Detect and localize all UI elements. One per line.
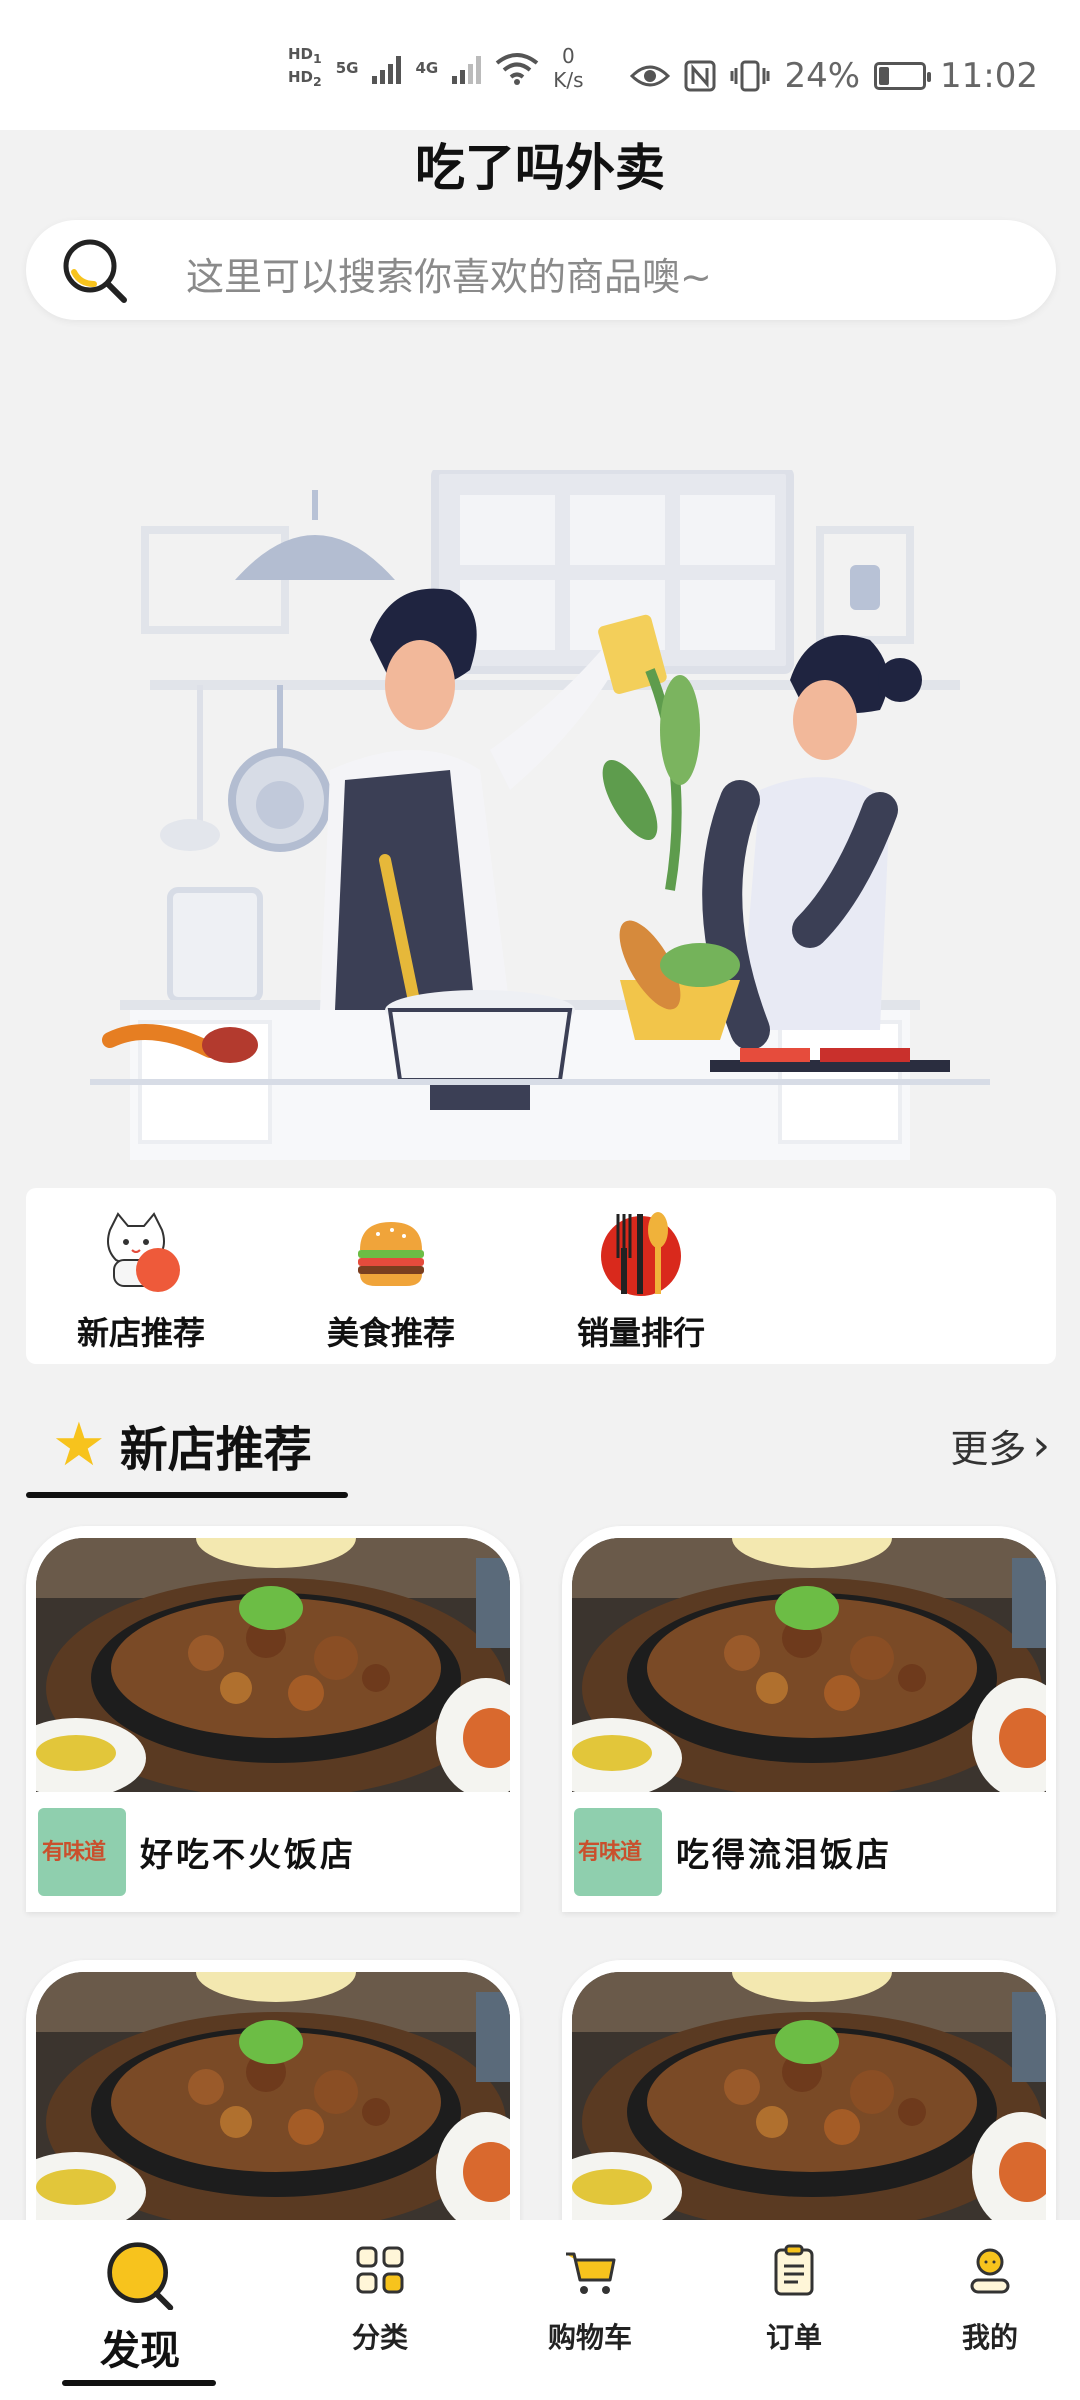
section-header: ★ 新店推荐 xyxy=(52,1410,312,1480)
hd-indicators: HD1 HD2 xyxy=(288,45,322,91)
food-photo xyxy=(36,1972,510,2226)
shop-card[interactable]: 有味道 好吃不火饭店 xyxy=(26,1526,520,1912)
cart-icon xyxy=(566,2252,616,2294)
tab-label: 发现 xyxy=(100,2328,180,2374)
wifi-icon xyxy=(495,53,539,85)
battery-level xyxy=(879,67,890,85)
category-sales-ranking[interactable]: 销量排行 xyxy=(556,1208,726,1354)
chevron-right-icon: › xyxy=(1032,1420,1050,1471)
shop-image[interactable] xyxy=(36,1972,510,2226)
shop-name: 好吃不火饭店 xyxy=(140,1835,356,1874)
signal-icon-2 xyxy=(452,52,482,84)
tab-label: 购物车 xyxy=(547,2321,632,2354)
active-tab-indicator xyxy=(62,2380,216,2386)
tab-label: 分类 xyxy=(351,2321,408,2354)
utensils-icon xyxy=(601,1212,681,1296)
speed-value: 0 xyxy=(561,44,575,68)
search-placeholder[interactable]: 这里可以搜索你喜欢的商品噢~ xyxy=(186,246,712,301)
shop-logo-text: 有味道 xyxy=(42,1840,106,1865)
shop-name: 吃得流泪饭店 xyxy=(676,1835,892,1874)
tab-label: 我的 xyxy=(961,2321,1018,2354)
category-label: 美食推荐 xyxy=(326,1314,455,1352)
tab-profile[interactable]: 我的 xyxy=(910,2240,1070,2356)
hd-label-2: HD xyxy=(288,68,314,86)
shop-card[interactable]: 有味道 吃得流泪饭店 xyxy=(562,1526,1056,1912)
hd-label-1: HD xyxy=(288,45,314,63)
bottom-tab-bar: 发现 分类 购物车 订单 我的 xyxy=(0,2220,1080,2400)
status-bar: HD1 HD2 5G 4G 0 K/s 24% 11:02 xyxy=(0,0,1080,130)
eye-icon xyxy=(630,65,671,87)
nfc-icon xyxy=(684,60,716,92)
network-speed: 0 K/s xyxy=(553,44,583,92)
tab-category[interactable]: 分类 xyxy=(300,2240,460,2356)
shop-image[interactable] xyxy=(572,1538,1046,1792)
grid-icon xyxy=(356,2246,404,2294)
shop-logo: 有味道 xyxy=(38,1808,126,1896)
tab-cart[interactable]: 购物车 xyxy=(510,2240,670,2356)
food-photo xyxy=(36,1538,510,1792)
shop-info: 有味道 吃得流泪饭店 xyxy=(562,1792,1056,1912)
sim-2: 2 xyxy=(313,74,322,89)
more-label: 更多 xyxy=(950,1427,1027,1471)
section-underline xyxy=(26,1492,348,1498)
category-label: 销量排行 xyxy=(576,1314,705,1352)
category-panel: 新店推荐 美食推荐 销量排行 xyxy=(26,1188,1056,1364)
app-title: 吃了吗外卖 xyxy=(415,139,665,197)
shop-info: 有味道 好吃不火饭店 xyxy=(26,1792,520,1912)
category-label: 新店推荐 xyxy=(76,1314,205,1352)
tab-discover[interactable]: 发现 xyxy=(60,2240,220,2376)
network-indicators: HD1 HD2 5G 4G 0 K/s xyxy=(288,44,584,92)
battery-percent: 24% xyxy=(784,56,861,96)
clock: 11:02 xyxy=(940,56,1038,96)
tab-orders[interactable]: 订单 xyxy=(714,2240,874,2356)
lucky-cat-icon xyxy=(107,1212,180,1292)
burger-icon xyxy=(358,1222,424,1286)
category-food[interactable]: 美食推荐 xyxy=(306,1208,476,1354)
speed-unit: K/s xyxy=(553,68,584,92)
search-bar[interactable]: 这里可以搜索你喜欢的商品噢~ xyxy=(26,220,1056,320)
battery-icon xyxy=(874,62,932,90)
food-photo xyxy=(572,1538,1046,1792)
shop-card[interactable] xyxy=(26,1960,520,2260)
network-type-2: 4G xyxy=(415,59,439,77)
more-link[interactable]: 更多 › xyxy=(950,1418,1050,1473)
kitchen-illustration xyxy=(90,470,990,1160)
vibrate-icon xyxy=(730,60,770,92)
system-indicators: 24% 11:02 xyxy=(630,56,1038,96)
sim-1: 1 xyxy=(313,51,322,66)
category-new-shops[interactable]: 新店推荐 xyxy=(56,1208,226,1354)
star-icon: ★ xyxy=(52,1410,106,1480)
tab-label: 订单 xyxy=(765,2321,822,2354)
shop-logo: 有味道 xyxy=(574,1808,662,1896)
shop-image[interactable] xyxy=(572,1972,1046,2226)
discover-icon xyxy=(107,2242,174,2311)
shop-image[interactable] xyxy=(36,1538,510,1792)
network-type-1: 5G xyxy=(335,59,359,77)
shop-card[interactable] xyxy=(562,1960,1056,2260)
shop-logo-text: 有味道 xyxy=(578,1840,642,1865)
food-photo xyxy=(572,1972,1046,2226)
search-icon xyxy=(63,239,127,303)
signal-icon xyxy=(372,52,402,84)
section-title: 新店推荐 xyxy=(119,1422,312,1478)
clipboard-icon xyxy=(774,2244,814,2296)
user-icon xyxy=(970,2248,1010,2294)
